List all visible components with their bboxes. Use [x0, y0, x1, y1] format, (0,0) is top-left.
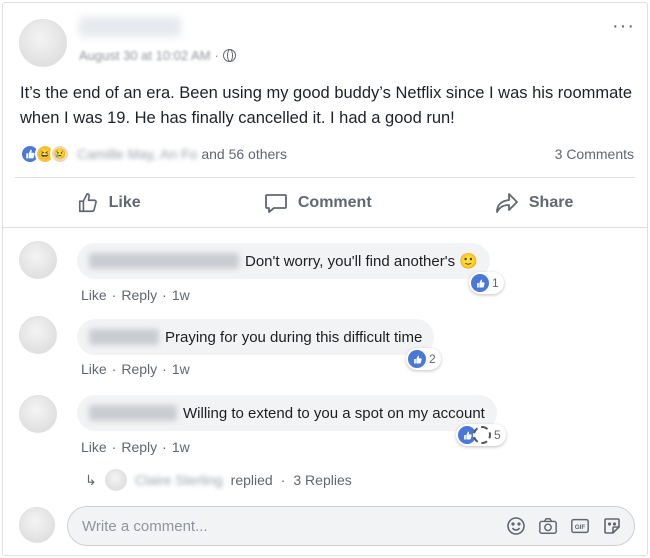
like-reaction-icon — [408, 350, 426, 368]
share-arrow-icon — [495, 193, 518, 213]
author-name[interactable] — [79, 17, 181, 37]
share-label: Share — [528, 194, 574, 211]
share-button[interactable]: Share — [495, 192, 573, 214]
action-bar: Like Comment Share — [15, 181, 635, 225]
comment-button[interactable]: Comment — [264, 192, 372, 214]
commenter-avatar[interactable] — [19, 395, 57, 433]
speech-bubble-icon — [264, 194, 287, 213]
reaction-count: 5 — [494, 428, 501, 442]
post-text: It’s the end of an era. Been using my go… — [20, 84, 633, 127]
post-meta: August 30 at 10:02 AM · — [79, 48, 236, 63]
smile-emoji-icon: 🙂 — [459, 253, 478, 270]
divider — [15, 177, 635, 178]
comment-reaction-count[interactable]: 1 — [469, 272, 504, 294]
replies-count[interactable]: 3 Replies — [293, 472, 351, 488]
post-card: August 30 at 10:02 AM · ··· It’s the end… — [2, 2, 648, 556]
commenter-name[interactable] — [89, 329, 159, 345]
replier-avatar — [104, 469, 127, 491]
comment-like-link[interactable]: Like — [81, 439, 107, 455]
commenter-avatar[interactable] — [19, 316, 57, 354]
commenter-name[interactable] — [89, 405, 177, 421]
comment-placeholder: Write a comment... — [82, 517, 208, 535]
sticker-icon[interactable] — [602, 516, 622, 536]
replied-label: replied — [230, 472, 273, 488]
comment-bubble: Willing to extend to you a spot on my ac… — [77, 395, 497, 431]
comment-reply-link[interactable]: Reply — [121, 361, 157, 377]
comment-label: Comment — [297, 194, 372, 211]
comment-text: Praying for you during this difficult ti… — [165, 328, 423, 346]
replies-separator: · — [280, 472, 286, 488]
gif-icon[interactable]: GIF — [570, 516, 590, 536]
reaction-count: 1 — [492, 276, 499, 290]
comment-text: Don't worry, you'll find another's — [245, 252, 456, 270]
comment-like-link[interactable]: Like — [81, 287, 107, 303]
reply-arrow-icon: ↳ — [85, 471, 97, 488]
composer-icons: GIF — [506, 516, 634, 536]
comment-time[interactable]: 1w — [172, 439, 190, 455]
camera-icon[interactable] — [538, 516, 558, 536]
wow-reaction-icon — [473, 426, 491, 444]
sad-reaction-icon: 😢 — [50, 144, 70, 164]
replier-names: Claire Sterling — [134, 472, 223, 488]
reactions-summary: 😆 😢 Camille May, An Fo and 56 others 3 C… — [20, 143, 634, 165]
reactor-others[interactable]: and 56 others — [201, 146, 287, 162]
comment-input[interactable]: Write a comment... GIF — [67, 506, 635, 546]
comment-time[interactable]: 1w — [172, 361, 190, 377]
comment-bubble: Don't worry, you'll find another's 🙂 — [77, 243, 490, 279]
replies-summary[interactable]: ↳ Claire Sterling replied · 3 Replies — [85, 469, 352, 491]
like-button[interactable]: Like — [77, 192, 141, 214]
author-avatar[interactable] — [19, 19, 67, 67]
comment-bubble: Praying for you during this difficult ti… — [77, 319, 435, 355]
commenter-name[interactable] — [89, 253, 239, 269]
comment-actions: Like · Reply · 1w — [81, 361, 190, 377]
like-label: Like — [108, 194, 141, 211]
comment-like-link[interactable]: Like — [81, 361, 107, 377]
globe-icon[interactable] — [222, 49, 236, 62]
post-timestamp[interactable]: August 30 at 10:02 AM — [79, 48, 211, 63]
comment-actions: Like · Reply · 1w — [81, 439, 190, 455]
reactor-names[interactable]: Camille May, An Fo — [77, 146, 197, 162]
current-user-avatar — [19, 507, 55, 543]
reaction-icons[interactable]: 😆 😢 — [20, 144, 70, 164]
comment-actions: Like · Reply · 1w — [81, 287, 190, 303]
comment-reaction-count[interactable]: 2 — [406, 348, 441, 370]
comment-reaction-count[interactable]: 5 — [456, 424, 506, 446]
comment-reply-link[interactable]: Reply — [121, 287, 157, 303]
meta-separator: · — [214, 48, 219, 63]
comments-count[interactable]: 3 Comments — [555, 146, 634, 162]
svg-text:GIF: GIF — [575, 524, 586, 531]
comment-reply-link[interactable]: Reply — [121, 439, 157, 455]
comment-time[interactable]: 1w — [172, 287, 190, 303]
commenter-avatar[interactable] — [19, 241, 57, 279]
emoji-icon[interactable] — [506, 516, 526, 536]
more-options-icon[interactable]: ··· — [612, 16, 635, 36]
reaction-count: 2 — [429, 352, 436, 366]
like-reaction-icon — [471, 274, 489, 292]
thumbs-up-icon — [78, 193, 97, 213]
comment-text: Willing to extend to you a spot on my ac… — [183, 404, 485, 422]
